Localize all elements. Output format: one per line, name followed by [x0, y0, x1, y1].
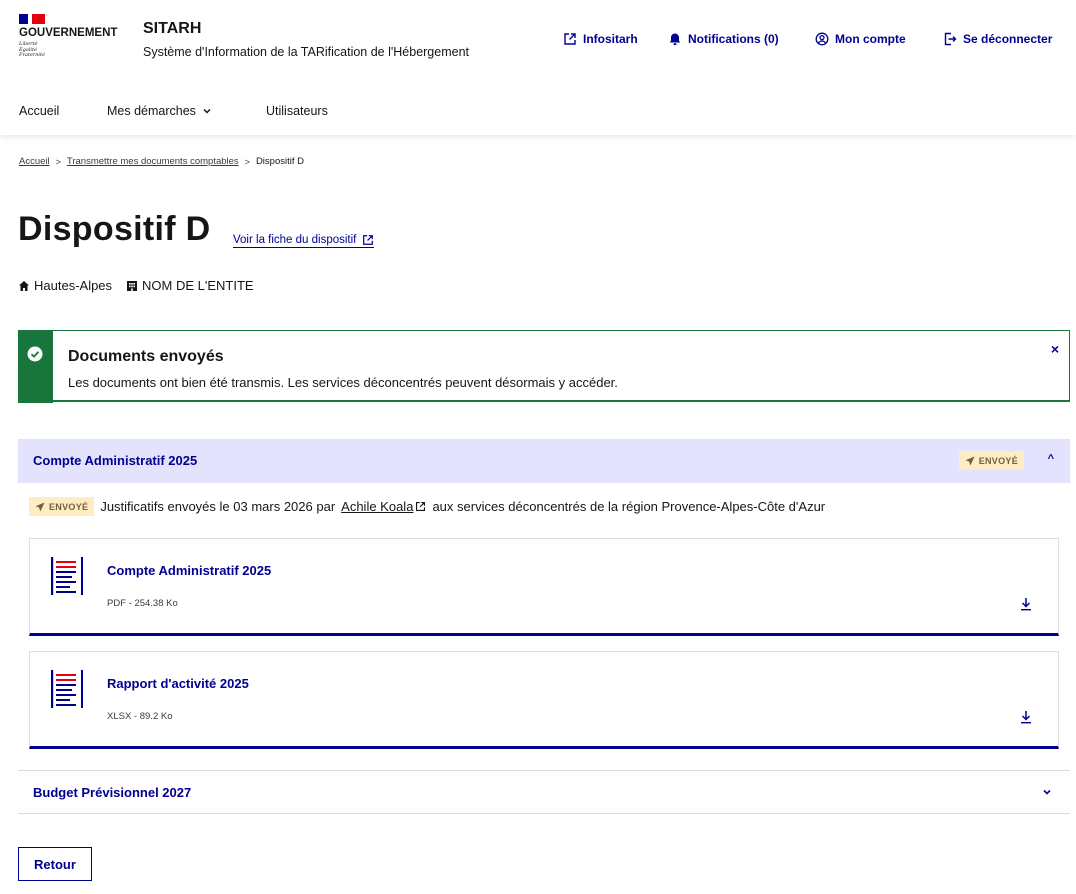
accordion-title: Compte Administratif 2025 — [33, 453, 198, 468]
document-icon — [51, 557, 83, 595]
check-circle-icon — [27, 346, 43, 362]
flag-icon — [19, 14, 45, 24]
home-icon — [19, 280, 29, 291]
download-icon[interactable] — [1020, 710, 1032, 724]
building-icon — [127, 280, 138, 291]
bell-icon — [669, 33, 681, 46]
accordion-title: Budget Prévisionnel 2027 — [33, 785, 192, 800]
logout-link[interactable]: Se déconnecter — [943, 32, 1052, 46]
app-name[interactable]: SITARH — [143, 20, 201, 38]
alert-text: Les documents ont bien été transmis. Les… — [68, 375, 618, 390]
logout-icon — [944, 32, 957, 46]
send-icon — [965, 456, 975, 465]
file-name[interactable]: Rapport d'activité 2025 — [107, 676, 249, 691]
alert-title: Documents envoyés — [68, 348, 224, 365]
chevron-down-icon[interactable] — [1042, 787, 1052, 797]
entity-name: NOM DE L'ENTITE — [142, 278, 254, 293]
send-icon — [35, 502, 45, 511]
external-link-icon — [416, 502, 426, 511]
sent-info: ENVOYÉ Justificatifs envoyés le 03 mars … — [29, 497, 825, 516]
retour-button[interactable]: Retour — [18, 847, 92, 881]
fiche-link[interactable]: Voir la fiche du dispositif — [233, 234, 375, 248]
dispositif-meta: Hautes-Alpes NOM DE L'ENTITE — [18, 278, 254, 293]
status-badge: ENVOYÉ — [29, 497, 95, 516]
file-name[interactable]: Compte Administratif 2025 — [107, 563, 271, 578]
breadcrumb-home[interactable]: Accueil — [19, 156, 50, 167]
infositarh-link[interactable]: Infositarh — [563, 32, 638, 46]
accordion-compte-administratif[interactable]: Compte Administratif 2025 ENVOYÉ ^ — [18, 439, 1070, 483]
site-header: GOUVERNEMENT Liberté Égalité Fraternité … — [0, 0, 1076, 135]
chevron-down-icon — [203, 108, 211, 114]
external-link-icon — [564, 33, 576, 45]
file-card[interactable]: Rapport d'activité 2025 XLSX - 89.2 Ko — [29, 651, 1059, 749]
sender-link[interactable]: Achile Koala — [341, 499, 413, 514]
account-link[interactable]: Mon compte — [815, 32, 906, 46]
success-alert: Documents envoyés Les documents ont bien… — [18, 330, 1070, 403]
file-meta: XLSX - 89.2 Ko — [107, 711, 173, 722]
app-subtitle: Système d'Information de la TARification… — [143, 45, 470, 59]
nav-users[interactable]: Utilisateurs — [266, 104, 328, 118]
nav-demarches[interactable]: Mes démarches — [107, 104, 212, 118]
chevron-right-icon: > — [55, 156, 61, 167]
nav-home[interactable]: Accueil — [19, 104, 59, 118]
department: Hautes-Alpes — [34, 278, 113, 293]
chevron-right-icon: > — [244, 156, 250, 167]
notifications-link[interactable]: Notifications (0) — [668, 32, 779, 46]
breadcrumb: Accueil > Transmettre mes documents comp… — [19, 156, 304, 167]
document-icon — [51, 670, 83, 708]
status-badge: ENVOYÉ — [958, 451, 1024, 470]
user-icon — [815, 32, 829, 46]
chevron-up-icon[interactable]: ^ — [1048, 453, 1054, 465]
breadcrumb-parent[interactable]: Transmettre mes documents comptables — [67, 156, 239, 167]
marianne-logo — [19, 14, 45, 24]
external-link-icon — [363, 235, 374, 245]
gov-title: GOUVERNEMENT — [19, 27, 118, 39]
file-meta: PDF - 254.38 Ko — [107, 598, 178, 609]
page-title: Dispositif D — [18, 210, 211, 248]
close-icon[interactable]: × — [1051, 341, 1059, 357]
breadcrumb-current: Dispositif D — [255, 156, 304, 167]
devise: Liberté Égalité Fraternité — [19, 41, 45, 58]
download-icon[interactable] — [1020, 597, 1032, 611]
accordion-budget-previsionnel[interactable]: Budget Prévisionnel 2027 — [18, 770, 1070, 814]
file-card[interactable]: Compte Administratif 2025 PDF - 254.38 K… — [29, 538, 1059, 636]
